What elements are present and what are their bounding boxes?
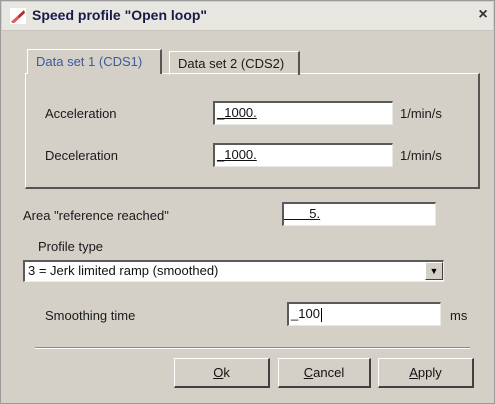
area-reference-reached-input[interactable]: 5. [282, 202, 436, 226]
smoothing-time-unit: ms [450, 308, 468, 323]
ok-accel: O [213, 365, 224, 380]
tab-data-set-2[interactable]: Data set 2 (CDS2) [169, 51, 300, 75]
cancel-accel: C [303, 365, 314, 380]
window-title: Speed profile "Open loop" [32, 7, 208, 23]
profile-type-select[interactable]: 3 = Jerk limited ramp (smoothed) ▼ [23, 260, 444, 282]
cancel-rest: ancel [313, 365, 345, 380]
app-icon [10, 8, 26, 24]
acceleration-input[interactable]: _1000. [213, 101, 393, 125]
separator-highlight [35, 348, 470, 349]
smoothing-time-input[interactable]: _100 [287, 302, 441, 326]
close-button[interactable]: × [474, 5, 492, 25]
text-cursor [320, 307, 322, 322]
deceleration-unit: 1/min/s [400, 148, 442, 163]
ok-rest: k [223, 365, 230, 380]
acceleration-unit: 1/min/s [400, 106, 442, 121]
smoothing-time-label: Smoothing time [45, 308, 136, 323]
area-reference-reached-label: Area "reference reached" [23, 208, 169, 223]
acceleration-label: Acceleration [45, 106, 117, 121]
area-reference-reached-value: 5. [309, 206, 321, 221]
data-set-panel [25, 73, 480, 189]
speed-profile-dialog: Speed profile "Open loop" × Data set 1 (… [0, 0, 495, 404]
chevron-down-icon[interactable]: ▼ [425, 262, 443, 280]
smoothing-time-value: _100 [291, 306, 320, 321]
deceleration-value: _1000. [217, 147, 257, 162]
deceleration-label: Deceleration [45, 148, 118, 163]
apply-button[interactable]: Apply [378, 358, 474, 388]
apply-accel: A [409, 365, 418, 380]
profile-type-label: Profile type [38, 239, 104, 254]
acceleration-value: _1000. [217, 105, 257, 120]
tab-data-set-1[interactable]: Data set 1 (CDS1) [27, 49, 162, 74]
title-bar[interactable]: Speed profile "Open loop" × [2, 2, 493, 31]
deceleration-input[interactable]: _1000. [213, 143, 393, 167]
ok-button[interactable]: Ok [174, 358, 270, 388]
profile-type-selected: 3 = Jerk limited ramp (smoothed) [28, 263, 219, 278]
cancel-button[interactable]: Cancel [278, 358, 371, 388]
apply-rest: pply [417, 365, 442, 380]
